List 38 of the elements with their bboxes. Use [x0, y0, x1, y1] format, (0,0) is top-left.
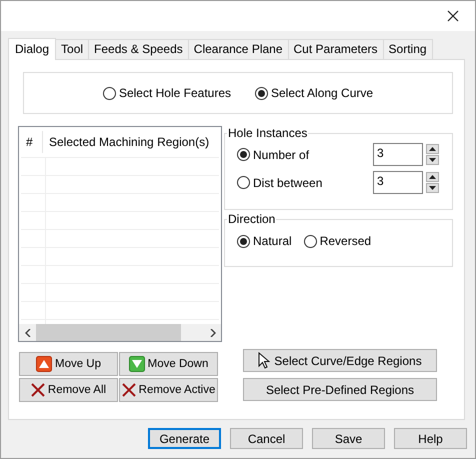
tab[interactable]: Sorting: [382, 39, 433, 59]
cross-icon: [122, 383, 136, 397]
down-arrow-icon: [429, 158, 436, 162]
scroll-thumb[interactable]: [36, 324, 181, 341]
spin-up-button[interactable]: [426, 144, 439, 154]
group-title: Direction: [227, 212, 276, 226]
up-arrow-icon: [429, 147, 436, 151]
close-icon[interactable]: [447, 10, 459, 22]
move-up-button[interactable]: Move Up: [19, 352, 118, 376]
move-down-button[interactable]: Move Down: [119, 352, 218, 376]
radio-button[interactable]: Select Along Curve: [255, 86, 374, 100]
spin-down-button[interactable]: [426, 183, 439, 193]
dialog-button[interactable]: Generate: [148, 428, 221, 449]
cross-icon: [30, 383, 45, 397]
horizontal-scrollbar[interactable]: [19, 324, 221, 341]
spin-down-button[interactable]: [426, 155, 439, 165]
remove-button[interactable]: Remove Active: [119, 378, 218, 402]
number-field[interactable]: 3: [373, 143, 423, 166]
down-arrow-icon: [429, 186, 436, 190]
select-button[interactable]: Select Curve/Edge Regions: [243, 349, 437, 372]
tab[interactable]: Dialog: [8, 38, 56, 60]
radio-button[interactable]: Natural: [237, 234, 292, 248]
dialog-button[interactable]: Cancel: [230, 428, 303, 449]
spin-up-button[interactable]: [426, 172, 439, 182]
cursor-icon: [258, 352, 270, 369]
radio-button[interactable]: Number of: [237, 148, 310, 162]
remove-button[interactable]: Remove All: [19, 378, 118, 402]
radio-button[interactable]: Select Hole Features: [102, 86, 231, 100]
dialog-button[interactable]: Save: [312, 428, 385, 449]
radio-button[interactable]: Reversed: [304, 234, 372, 248]
radio-button[interactable]: Dist between: [237, 176, 322, 190]
dialog-button[interactable]: Help: [394, 428, 467, 449]
group-title: Hole Instances: [227, 126, 308, 140]
column-header[interactable]: #: [19, 131, 43, 153]
select-button[interactable]: Select Pre-Defined Regions: [243, 378, 437, 401]
number-field[interactable]: 3: [373, 171, 423, 194]
column-header[interactable]: Selected Machining Region(s): [43, 135, 210, 149]
up-arrow-icon: [429, 175, 436, 179]
